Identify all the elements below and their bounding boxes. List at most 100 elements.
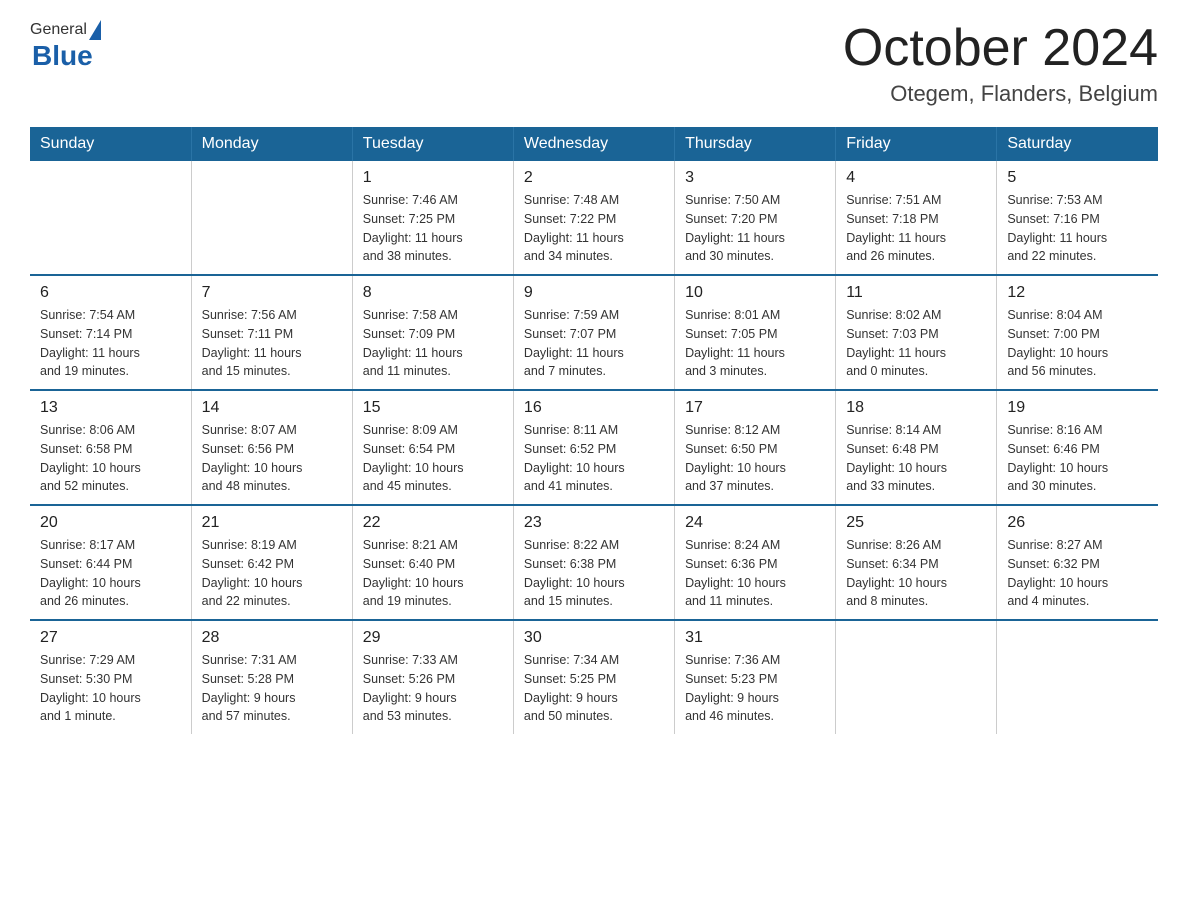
day-info: Sunrise: 8:07 AM Sunset: 6:56 PM Dayligh… — [202, 421, 342, 496]
day-info: Sunrise: 7:48 AM Sunset: 7:22 PM Dayligh… — [524, 191, 664, 266]
calendar-cell: 10 Sunrise: 8:01 AM Sunset: 7:05 PM Dayli… — [675, 275, 836, 390]
calendar-cell: 8Sunrise: 7:58 AM Sunset: 7:09 PM Daylig… — [352, 275, 513, 390]
day-info: Sunrise: 8:01 AM Sunset: 7:05 PM Dayligh… — [685, 306, 825, 381]
calendar-header: SundayMondayTuesdayWednesdayThursdayFrid… — [30, 127, 1158, 161]
day-of-week-header: Saturday — [997, 127, 1158, 161]
day-of-week-header: Sunday — [30, 127, 191, 161]
calendar-cell: 16 Sunrise: 8:11 AM Sunset: 6:52 PM Dayli… — [513, 390, 674, 505]
logo-triangle-icon — [89, 20, 101, 40]
day-number: 31 — [685, 629, 825, 647]
calendar-cell: 22Sunrise: 8:21 AM Sunset: 6:40 PM Dayli… — [352, 505, 513, 620]
day-number: 27 — [40, 629, 181, 647]
calendar-week-row: 27Sunrise: 7:29 AM Sunset: 5:30 PM Dayli… — [30, 620, 1158, 734]
day-info: Sunrise: 7:51 AM Sunset: 7:18 PM Dayligh… — [846, 191, 986, 266]
calendar-cell: 11 Sunrise: 8:02 AM Sunset: 7:03 PM Dayli… — [836, 275, 997, 390]
day-number: 6 — [40, 284, 181, 302]
calendar-cell: 27Sunrise: 7:29 AM Sunset: 5:30 PM Dayli… — [30, 620, 191, 734]
header-row: SundayMondayTuesdayWednesdayThursdayFrid… — [30, 127, 1158, 161]
day-info: Sunrise: 8:09 AM Sunset: 6:54 PM Dayligh… — [363, 421, 503, 496]
day-number: 25 — [846, 514, 986, 532]
day-number: 13 — [40, 399, 181, 417]
day-info: Sunrise: 8:24 AM Sunset: 6:36 PM Dayligh… — [685, 536, 825, 611]
day-number: 18 — [846, 399, 986, 417]
day-number: 14 — [202, 399, 342, 417]
page-header: General Blue October 2024 Otegem, Flande… — [30, 20, 1158, 107]
calendar-cell — [30, 161, 191, 275]
calendar-cell: 21Sunrise: 8:19 AM Sunset: 6:42 PM Dayli… — [191, 505, 352, 620]
day-info: Sunrise: 7:54 AM Sunset: 7:14 PM Dayligh… — [40, 306, 181, 381]
calendar-week-row: 20 Sunrise: 8:17 AM Sunset: 6:44 PM Dayli… — [30, 505, 1158, 620]
day-info: Sunrise: 7:46 AM Sunset: 7:25 PM Dayligh… — [363, 191, 503, 266]
calendar-cell: 25 Sunrise: 8:26 AM Sunset: 6:34 PM Dayli… — [836, 505, 997, 620]
day-info: Sunrise: 8:22 AM Sunset: 6:38 PM Dayligh… — [524, 536, 664, 611]
calendar-cell: 5 Sunrise: 7:53 AM Sunset: 7:16 PM Daylig… — [997, 161, 1158, 275]
calendar-cell — [997, 620, 1158, 734]
day-number: 20 — [40, 514, 181, 532]
day-number: 1 — [363, 169, 503, 187]
day-number: 19 — [1007, 399, 1148, 417]
day-number: 29 — [363, 629, 503, 647]
calendar-cell: 26Sunrise: 8:27 AM Sunset: 6:32 PM Dayli… — [997, 505, 1158, 620]
day-number: 12 — [1007, 284, 1148, 302]
calendar-cell: 1 Sunrise: 7:46 AM Sunset: 7:25 PM Daylig… — [352, 161, 513, 275]
day-info: Sunrise: 8:06 AM Sunset: 6:58 PM Dayligh… — [40, 421, 181, 496]
calendar-table: SundayMondayTuesdayWednesdayThursdayFrid… — [30, 127, 1158, 734]
calendar-cell — [191, 161, 352, 275]
calendar-cell: 30 Sunrise: 7:34 AM Sunset: 5:25 PM Dayli… — [513, 620, 674, 734]
day-info: Sunrise: 8:02 AM Sunset: 7:03 PM Dayligh… — [846, 306, 986, 381]
day-info: Sunrise: 8:14 AM Sunset: 6:48 PM Dayligh… — [846, 421, 986, 496]
day-number: 16 — [524, 399, 664, 417]
calendar-cell: 17 Sunrise: 8:12 AM Sunset: 6:50 PM Dayli… — [675, 390, 836, 505]
day-number: 5 — [1007, 169, 1148, 187]
calendar-cell: 6 Sunrise: 7:54 AM Sunset: 7:14 PM Daylig… — [30, 275, 191, 390]
calendar-cell: 14 Sunrise: 8:07 AM Sunset: 6:56 PM Dayli… — [191, 390, 352, 505]
calendar-cell: 13 Sunrise: 8:06 AM Sunset: 6:58 PM Dayli… — [30, 390, 191, 505]
calendar-week-row: 1 Sunrise: 7:46 AM Sunset: 7:25 PM Daylig… — [30, 161, 1158, 275]
day-number: 24 — [685, 514, 825, 532]
calendar-cell: 2 Sunrise: 7:48 AM Sunset: 7:22 PM Daylig… — [513, 161, 674, 275]
calendar-cell: 20 Sunrise: 8:17 AM Sunset: 6:44 PM Dayli… — [30, 505, 191, 620]
day-number: 10 — [685, 284, 825, 302]
day-number: 23 — [524, 514, 664, 532]
day-number: 9 — [524, 284, 664, 302]
calendar-cell: 28 Sunrise: 7:31 AM Sunset: 5:28 PM Dayli… — [191, 620, 352, 734]
day-info: Sunrise: 8:16 AM Sunset: 6:46 PM Dayligh… — [1007, 421, 1148, 496]
day-of-week-header: Monday — [191, 127, 352, 161]
day-info: Sunrise: 8:04 AM Sunset: 7:00 PM Dayligh… — [1007, 306, 1148, 381]
day-info: Sunrise: 7:34 AM Sunset: 5:25 PM Dayligh… — [524, 651, 664, 726]
day-number: 2 — [524, 169, 664, 187]
calendar-week-row: 6 Sunrise: 7:54 AM Sunset: 7:14 PM Daylig… — [30, 275, 1158, 390]
calendar-body: 1 Sunrise: 7:46 AM Sunset: 7:25 PM Daylig… — [30, 161, 1158, 734]
calendar-cell: 3Sunrise: 7:50 AM Sunset: 7:20 PM Daylig… — [675, 161, 836, 275]
day-info: Sunrise: 7:33 AM Sunset: 5:26 PM Dayligh… — [363, 651, 503, 726]
calendar-cell: 18 Sunrise: 8:14 AM Sunset: 6:48 PM Dayli… — [836, 390, 997, 505]
day-info: Sunrise: 7:36 AM Sunset: 5:23 PM Dayligh… — [685, 651, 825, 726]
day-info: Sunrise: 7:56 AM Sunset: 7:11 PM Dayligh… — [202, 306, 342, 381]
calendar-cell: 4Sunrise: 7:51 AM Sunset: 7:18 PM Daylig… — [836, 161, 997, 275]
day-info: Sunrise: 8:26 AM Sunset: 6:34 PM Dayligh… — [846, 536, 986, 611]
day-number: 30 — [524, 629, 664, 647]
day-info: Sunrise: 7:53 AM Sunset: 7:16 PM Dayligh… — [1007, 191, 1148, 266]
day-of-week-header: Tuesday — [352, 127, 513, 161]
day-number: 21 — [202, 514, 342, 532]
calendar-cell: 7Sunrise: 7:56 AM Sunset: 7:11 PM Daylig… — [191, 275, 352, 390]
calendar-cell: 9Sunrise: 7:59 AM Sunset: 7:07 PM Daylig… — [513, 275, 674, 390]
calendar-cell — [836, 620, 997, 734]
day-info: Sunrise: 8:11 AM Sunset: 6:52 PM Dayligh… — [524, 421, 664, 496]
logo-general-text: General — [30, 21, 87, 39]
day-number: 17 — [685, 399, 825, 417]
calendar-cell: 23 Sunrise: 8:22 AM Sunset: 6:38 PM Dayli… — [513, 505, 674, 620]
day-info: Sunrise: 7:58 AM Sunset: 7:09 PM Dayligh… — [363, 306, 503, 381]
title-block: October 2024 Otegem, Flanders, Belgium — [843, 20, 1158, 107]
calendar-cell: 24 Sunrise: 8:24 AM Sunset: 6:36 PM Dayli… — [675, 505, 836, 620]
day-info: Sunrise: 8:12 AM Sunset: 6:50 PM Dayligh… — [685, 421, 825, 496]
day-of-week-header: Wednesday — [513, 127, 674, 161]
day-info: Sunrise: 7:31 AM Sunset: 5:28 PM Dayligh… — [202, 651, 342, 726]
day-info: Sunrise: 7:50 AM Sunset: 7:20 PM Dayligh… — [685, 191, 825, 266]
day-of-week-header: Friday — [836, 127, 997, 161]
day-number: 11 — [846, 284, 986, 302]
calendar-week-row: 13 Sunrise: 8:06 AM Sunset: 6:58 PM Dayli… — [30, 390, 1158, 505]
day-number: 28 — [202, 629, 342, 647]
day-info: Sunrise: 8:17 AM Sunset: 6:44 PM Dayligh… — [40, 536, 181, 611]
calendar-cell: 29 Sunrise: 7:33 AM Sunset: 5:26 PM Dayli… — [352, 620, 513, 734]
